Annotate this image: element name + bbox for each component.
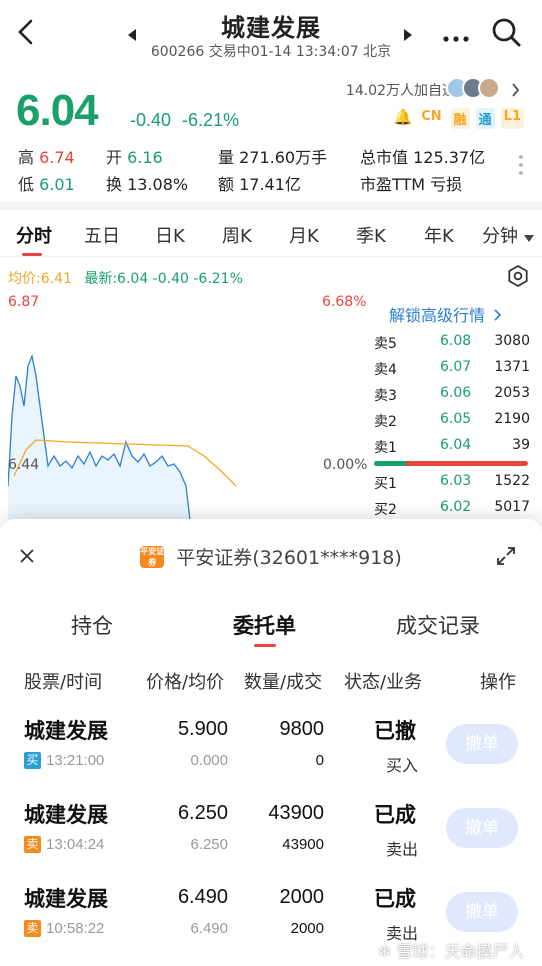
bell-icon[interactable]: 🔔: [394, 108, 413, 129]
latest-price-label: 最新:6.04 -0.40 -6.21%: [84, 271, 243, 287]
col-header-stock: 股票/时间: [24, 672, 103, 693]
stat-low: 低 6.01: [18, 175, 75, 194]
tab-trades[interactable]: 成交记录: [396, 610, 480, 640]
active-tab-indicator: [254, 644, 276, 647]
chevron-right-icon[interactable]: [512, 82, 520, 101]
ask-row-2[interactable]: 卖2 6.05 2190: [374, 411, 534, 433]
followers-count[interactable]: 14.02万人加自选: [346, 80, 456, 100]
broker-logo-icon: 平安证券: [140, 545, 165, 568]
intraday-chart[interactable]: [8, 316, 368, 520]
ask-row-4[interactable]: 卖4 6.07 1371: [374, 359, 534, 381]
chart-settings-icon[interactable]: [507, 264, 529, 291]
tab-intraday[interactable]: 分时: [16, 222, 52, 248]
stat-amount: 额 17.41亿: [218, 175, 301, 194]
chart-mid-price: 6.44: [8, 457, 40, 473]
broker-title[interactable]: 平安证券 平安证券(32601****918): [0, 543, 542, 570]
col-header-status: 状态/业务: [344, 672, 423, 693]
tab-quarterly-k[interactable]: 季K: [356, 222, 386, 248]
stat-market-cap: 总市值 125.37亿: [360, 148, 486, 167]
stat-turnover: 换 13.08%: [106, 175, 189, 194]
tab-daily-k[interactable]: 日K: [155, 222, 185, 248]
tab-yearly-k[interactable]: 年K: [424, 222, 454, 248]
current-price: 6.04: [16, 86, 99, 135]
col-header-qty: 数量/成交: [244, 672, 323, 693]
cancel-order-button[interactable]: 撤单: [446, 724, 518, 764]
tab-monthly-k[interactable]: 月K: [289, 222, 319, 248]
stat-volume: 量 271.60万手: [218, 148, 328, 167]
change-percent: -6.21%: [182, 110, 240, 130]
col-header-action: 操作: [480, 672, 516, 693]
follower-avatars[interactable]: [446, 77, 506, 101]
bid-ask-ratio-bar: [374, 461, 528, 466]
search-icon[interactable]: [490, 16, 522, 52]
tab-orders[interactable]: 委托单: [233, 610, 296, 640]
change-amount: -0.40: [130, 110, 172, 130]
chart-top-price: 6.87: [8, 294, 40, 310]
stat-pe: 市盈TTM 亏损: [360, 175, 463, 194]
avg-price-label: 均价:6.41: [8, 271, 72, 287]
chart-info: 均价:6.41 最新:6.04 -0.40 -6.21%: [8, 268, 243, 288]
ask-row-5[interactable]: 卖5 6.08 3080: [374, 333, 534, 355]
stat-open: 开 6.16: [106, 148, 163, 167]
expand-icon[interactable]: [496, 546, 516, 570]
sell-tag: 卖: [24, 920, 41, 937]
stat-high: 高 6.74: [18, 148, 75, 167]
sell-tag: 卖: [24, 836, 41, 853]
chart-top-percent: 6.68%: [322, 294, 367, 310]
tab-five-day[interactable]: 五日: [84, 222, 120, 248]
tab-positions[interactable]: 持仓: [71, 610, 113, 640]
cancel-order-button[interactable]: 撤单: [446, 808, 518, 848]
dropdown-triangle-icon[interactable]: [524, 226, 534, 247]
bid-row-2[interactable]: 买2 6.02 5017: [374, 499, 534, 521]
price-area-fill: [8, 356, 190, 520]
snowball-logo-icon: ❄: [378, 942, 392, 961]
bid-row-1[interactable]: 买1 6.03 1522: [374, 473, 534, 495]
tab-minute[interactable]: 分钟: [482, 222, 518, 248]
badge-connect[interactable]: 通: [475, 108, 495, 129]
ask-row-1[interactable]: 卖1 6.04 39: [374, 437, 534, 459]
divider: [0, 256, 542, 257]
col-header-price: 价格/均价: [146, 672, 225, 693]
chart-mid-percent: 0.00%: [323, 457, 368, 473]
watermark: ❄ 雪球：天命摸尸人: [378, 942, 525, 961]
unlock-advanced-quotes[interactable]: 解锁高级行情: [389, 302, 502, 326]
divider: [0, 202, 542, 210]
order-row[interactable]: 城建发展 买 13:21:00 5.900 0.000 9800 0 已撤 买入 …: [0, 712, 542, 782]
badge-level1[interactable]: L1: [500, 108, 524, 129]
order-row[interactable]: 城建发展 卖 13:04:24 6.250 6.250 43900 43900 已…: [0, 796, 542, 866]
cancel-order-button[interactable]: 撤单: [446, 892, 518, 932]
period-tabs: 分时 五日 日K 周K 月K 季K 年K 分钟: [0, 216, 542, 256]
badge-row: 🔔 CN 融 通 L1: [394, 108, 524, 129]
more-icon[interactable]: [442, 28, 470, 47]
price-change: -0.40 -6.21%: [130, 110, 239, 131]
tab-weekly-k[interactable]: 周K: [222, 222, 252, 248]
badge-cn[interactable]: CN: [418, 108, 444, 129]
ask-row-3[interactable]: 卖3 6.06 2053: [374, 385, 534, 407]
expand-stats-icon[interactable]: [518, 154, 524, 180]
buy-tag: 买: [24, 752, 41, 769]
badge-margin[interactable]: 融: [450, 108, 470, 129]
